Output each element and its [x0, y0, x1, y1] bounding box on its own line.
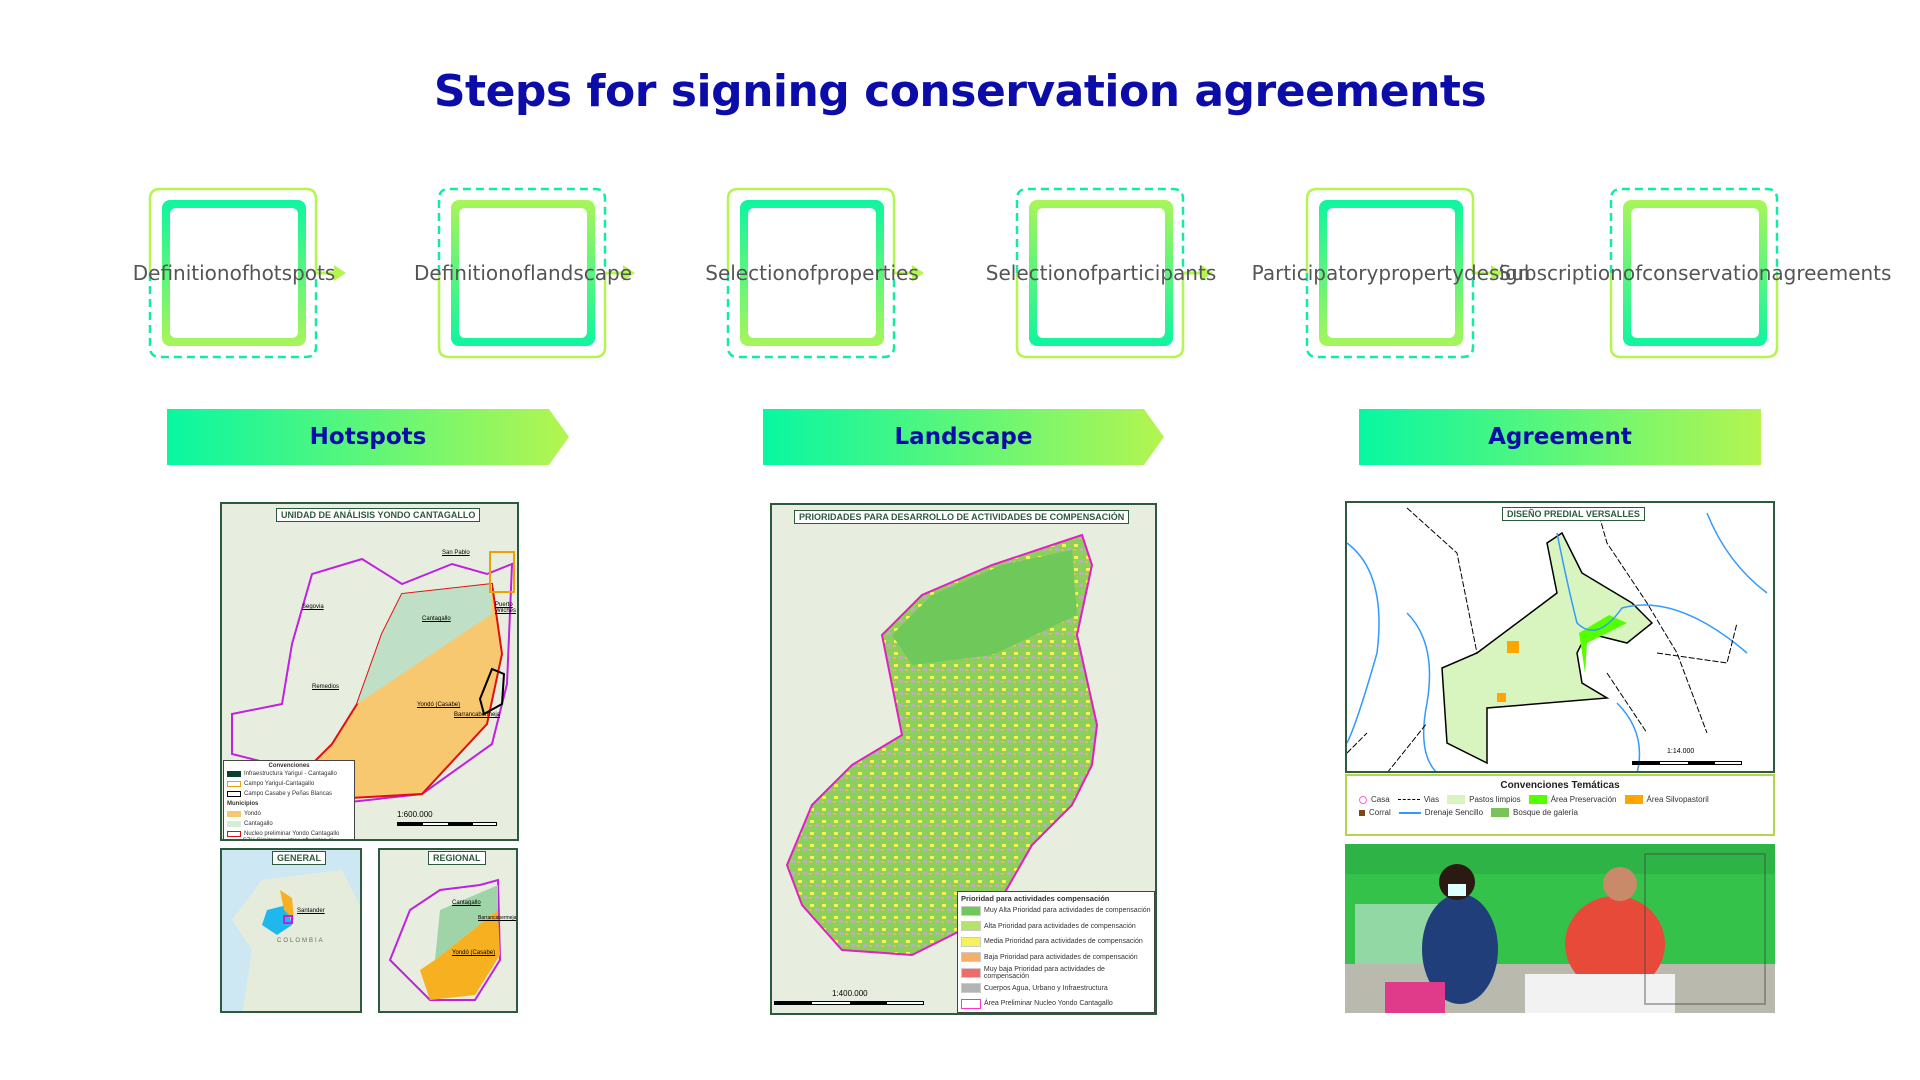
step-label-line: Definition — [132, 261, 230, 285]
step-label-line: of — [1077, 261, 1098, 285]
legend-item: Muy baja Prioridad para actividades de c… — [961, 965, 1151, 981]
scale-bar — [397, 822, 497, 826]
legend-item: Campo Casabe y Peñas Blancas — [227, 789, 351, 799]
scale-bar — [1632, 761, 1742, 765]
landscape-map-title: PRIORIDADES PARA DESARROLLO DE ACTIVIDAD… — [794, 510, 1130, 524]
landscape-map: PRIORIDADES PARA DESARROLLO DE ACTIVIDAD… — [770, 503, 1157, 1015]
legend-item: Campo Yariguí-Cantagallo — [227, 779, 351, 789]
legend-title: Prioridad para actividades compensación — [961, 894, 1110, 903]
step-label-line: hotspots — [248, 261, 336, 285]
step-label-line: of — [510, 261, 531, 285]
agreement-signing-photo — [1345, 844, 1775, 1013]
hotspot-map-title: UNIDAD DE ANÁLISIS YONDO CANTAGALLO — [276, 508, 481, 522]
step-label: Selection of properties — [705, 208, 919, 338]
step-label-line: conservation — [1642, 261, 1772, 285]
place-label: Barrancabermeja — [454, 712, 501, 718]
legend-item: Media Prioridad para actividades de comp… — [961, 934, 1151, 950]
place-label: Yondó (Casabe) — [417, 702, 461, 708]
place-label: Yondó (Casabe) — [452, 950, 496, 956]
step-label-line: participants — [1097, 261, 1217, 285]
step-label-line: Selection — [705, 261, 798, 285]
legend-item: Bosque de galería — [1491, 808, 1578, 817]
inset-regional-title: REGIONAL — [428, 851, 486, 865]
place-label: San Pablo — [442, 550, 470, 556]
step-label-line: landscape — [530, 261, 632, 285]
landscape-legend: Prioridad para actividades compensación … — [957, 891, 1155, 1013]
phase-landscape: Landscape — [763, 409, 1164, 465]
legend-item: Área Preliminar Nucleo Yondo Cantagallo — [961, 996, 1151, 1012]
place-label: Barrancabermeja — [478, 915, 517, 921]
legend-item: Área Silvopastoril — [1624, 795, 1709, 804]
step-label-line: of — [1622, 261, 1643, 285]
inset-general-map: GENERAL Santander COLOMBIA — [220, 848, 362, 1013]
legend-item: Pastos limpios — [1447, 795, 1521, 804]
legend-item: Municipios — [227, 801, 259, 807]
scale-bar — [774, 1001, 924, 1005]
step-label-line: Subscription — [1498, 261, 1623, 285]
step-label: Selection of participants — [986, 208, 1216, 338]
step-label-line: properties — [816, 261, 919, 285]
hotspot-map: UNIDAD DE ANÁLISIS YONDO CANTAGALLO Cant… — [220, 502, 519, 841]
legend-item: Yondó — [227, 809, 351, 819]
legend-item: Infraestructura Yariguí - Cantagallo — [227, 769, 351, 779]
inset-regional-map: REGIONAL Cantagallo Barrancabermeja Yond… — [378, 848, 518, 1013]
legend-item: Baja Prioridad para actividades de compe… — [961, 950, 1151, 966]
step-label: Participatory property design — [1252, 208, 1530, 338]
step-label-line: Definition — [414, 261, 511, 285]
step-label-line: Participatory — [1251, 261, 1379, 285]
legend-item: Cantagallo — [227, 819, 351, 829]
agreement-map-title: DISEÑO PREDIAL VERSALLES — [1502, 507, 1645, 521]
place-label: Santander — [297, 908, 325, 914]
place-label: Remedios — [312, 684, 340, 690]
legend-item: Vias — [1397, 795, 1439, 804]
place-label: Segovia — [302, 604, 324, 610]
scale-label: 1:600.000 — [397, 810, 433, 819]
step-box: Subscription of conservation agreements — [1499, 187, 1891, 359]
legend-item: SZH Cimitarra y otros afluentes al Magda… — [243, 838, 333, 839]
place-label: Puerto Wilches — [495, 602, 517, 614]
step-label-line: property — [1378, 261, 1464, 285]
step-box: Selection of properties — [705, 187, 926, 359]
scale-label: 1:400.000 — [832, 989, 868, 998]
step-box: Definition of landscape — [414, 187, 637, 359]
step-box: Participatory property design — [1252, 187, 1530, 359]
step-label-line: Selection — [985, 261, 1078, 285]
legend-item: Drenaje Sencillo — [1398, 808, 1483, 817]
hotspot-legend: Convenciones Infraestructura Yariguí - C… — [223, 760, 355, 839]
step-label: Subscription of conservation agreements — [1499, 208, 1891, 338]
agreement-legend: Convenciones Temáticas Casa Vias Pastos li… — [1345, 774, 1775, 836]
place-label: Cantagallo — [452, 900, 481, 906]
page-title: Steps for signing conservation agreement… — [433, 66, 1487, 117]
legend-item: Casa — [1359, 795, 1390, 804]
step-label-line: of — [229, 261, 249, 285]
legend-item: Muy Alta Prioridad para actividades de c… — [961, 903, 1151, 919]
scale-label: 1:14.000 — [1667, 748, 1695, 755]
step-box: Selection of participants — [986, 187, 1216, 359]
step-label-line: of — [797, 261, 817, 285]
step-label: Definition of landscape — [414, 208, 632, 338]
step-label: Definition of hotspots — [133, 208, 335, 338]
phase-hotspots: Hotspots — [167, 409, 569, 465]
phase-agreement: Agreement — [1359, 409, 1761, 465]
inset-general-title: GENERAL — [272, 851, 327, 865]
step-label-line: agreements — [1771, 261, 1892, 285]
place-label: COLOMBIA — [277, 938, 325, 944]
place-label: Cantagallo — [422, 616, 451, 622]
legend-title: Convenciones Temáticas — [1500, 780, 1620, 791]
step-box: Definition of hotspots — [133, 187, 348, 359]
legend-item: Alta Prioridad para actividades de compe… — [961, 919, 1151, 935]
legend-item: Corral — [1359, 808, 1391, 817]
legend-item: Cuerpos Agua, Urbano y Infraestructura — [961, 981, 1151, 997]
legend-item: Área Preservación — [1528, 795, 1617, 804]
agreement-map: DISEÑO PREDIAL VERSALLES 1:14.000 — [1345, 501, 1775, 773]
